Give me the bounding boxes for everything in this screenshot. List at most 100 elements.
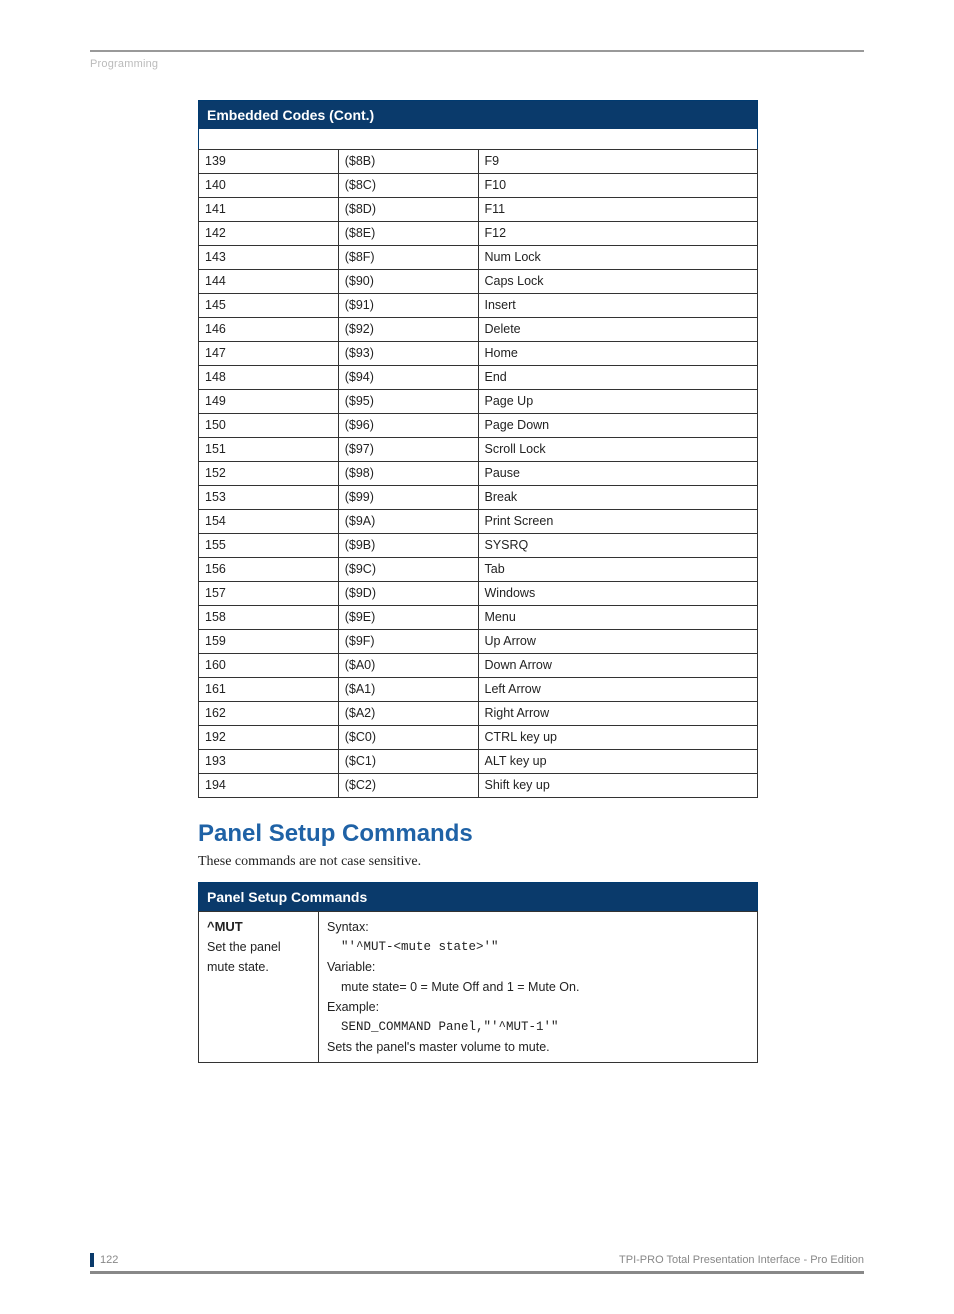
table-row: 154($9A)Print Screen — [199, 509, 758, 533]
cell-dec: 152 — [199, 461, 339, 485]
panel-setup-table: Panel Setup Commands ^MUT Set the panel … — [198, 882, 758, 1063]
cell-dec: 157 — [199, 581, 339, 605]
cell-name: Up Arrow — [478, 629, 758, 653]
table-row: 160($A0)Down Arrow — [199, 653, 758, 677]
table-row: 159($9F)Up Arrow — [199, 629, 758, 653]
cell-name: F12 — [478, 221, 758, 245]
command-name: ^MUT — [207, 917, 310, 938]
cell-dec: 139 — [199, 149, 339, 173]
cell-hex: ($9E) — [338, 605, 478, 629]
cell-name: Print Screen — [478, 509, 758, 533]
variable-label: Variable: — [327, 957, 749, 977]
table-row: 156($9C)Tab — [199, 557, 758, 581]
table-row: 149($95)Page Up — [199, 389, 758, 413]
cell-dec: 193 — [199, 749, 339, 773]
cell-name: CTRL key up — [478, 725, 758, 749]
cell-hex: ($8B) — [338, 149, 478, 173]
page-number: 122 — [100, 1254, 118, 1266]
footer-rule — [90, 1271, 864, 1274]
table-row: 157($9D)Windows — [199, 581, 758, 605]
cell-name: Windows — [478, 581, 758, 605]
table-title: Panel Setup Commands — [199, 882, 758, 911]
table-row: 142($8E)F12 — [199, 221, 758, 245]
footer-bar-icon — [90, 1253, 94, 1267]
cell-name: End — [478, 365, 758, 389]
cell-hex: ($8D) — [338, 197, 478, 221]
cell-hex: ($9D) — [338, 581, 478, 605]
table-row: 148($94)End — [199, 365, 758, 389]
page-footer: 122 TPI-PRO Total Presentation Interface… — [90, 1253, 864, 1267]
table-row: 150($96)Page Down — [199, 413, 758, 437]
table-row: 151($97)Scroll Lock — [199, 437, 758, 461]
cell-dec: 149 — [199, 389, 339, 413]
cell-hex: ($C0) — [338, 725, 478, 749]
cell-dec: 160 — [199, 653, 339, 677]
cell-name: Home — [478, 341, 758, 365]
cell-hex: ($91) — [338, 293, 478, 317]
cell-dec: 158 — [199, 605, 339, 629]
cell-dec: 156 — [199, 557, 339, 581]
table-row: 146($92)Delete — [199, 317, 758, 341]
command-detail-cell: Syntax: "'^MUT-<mute state>'" Variable: … — [319, 911, 758, 1062]
table-row: 139($8B)F9 — [199, 149, 758, 173]
cell-dec: 144 — [199, 269, 339, 293]
cell-dec: 150 — [199, 413, 339, 437]
table-title: Embedded Codes (Cont.) — [199, 101, 758, 130]
cell-hex: ($8F) — [338, 245, 478, 269]
cell-hex: ($A1) — [338, 677, 478, 701]
cell-name: ALT key up — [478, 749, 758, 773]
cell-name: Shift key up — [478, 773, 758, 797]
cell-name: Menu — [478, 605, 758, 629]
cell-dec: 162 — [199, 701, 339, 725]
table-row: 144($90)Caps Lock — [199, 269, 758, 293]
cell-name: Delete — [478, 317, 758, 341]
cell-hex: ($99) — [338, 485, 478, 509]
cell-dec: 142 — [199, 221, 339, 245]
cell-name: F10 — [478, 173, 758, 197]
cell-name: Page Down — [478, 413, 758, 437]
cell-dec: 147 — [199, 341, 339, 365]
cell-dec: 194 — [199, 773, 339, 797]
cell-name: Left Arrow — [478, 677, 758, 701]
cell-dec: 146 — [199, 317, 339, 341]
cell-dec: 155 — [199, 533, 339, 557]
cell-dec: 161 — [199, 677, 339, 701]
cell-hex: ($98) — [338, 461, 478, 485]
cell-hex: ($97) — [338, 437, 478, 461]
cell-name: SYSRQ — [478, 533, 758, 557]
cell-dec: 140 — [199, 173, 339, 197]
table-row: 158($9E)Menu — [199, 605, 758, 629]
cell-name: Scroll Lock — [478, 437, 758, 461]
example-code: SEND_COMMAND Panel,"'^MUT-1'" — [327, 1017, 749, 1037]
table-row: 161($A1)Left Arrow — [199, 677, 758, 701]
cell-hex: ($C1) — [338, 749, 478, 773]
cell-hex: ($8C) — [338, 173, 478, 197]
syntax-label: Syntax: — [327, 917, 749, 937]
cell-name: Right Arrow — [478, 701, 758, 725]
table-row: 155($9B)SYSRQ — [199, 533, 758, 557]
panel-setup-heading: Panel Setup Commands — [198, 820, 854, 848]
cell-dec: 153 — [199, 485, 339, 509]
cell-hex: ($9F) — [338, 629, 478, 653]
cell-hex: ($90) — [338, 269, 478, 293]
table-row: 193($C1)ALT key up — [199, 749, 758, 773]
cell-hex: ($9C) — [338, 557, 478, 581]
table-row: 145($91)Insert — [199, 293, 758, 317]
cell-hex: ($93) — [338, 341, 478, 365]
table-row: 153($99)Break — [199, 485, 758, 509]
cell-hex: ($9B) — [338, 533, 478, 557]
doc-title: TPI-PRO Total Presentation Interface - P… — [619, 1254, 864, 1266]
table-row: 147($93)Home — [199, 341, 758, 365]
cell-name: Insert — [478, 293, 758, 317]
table-row: 141($8D)F11 — [199, 197, 758, 221]
table-row: 140($8C)F10 — [199, 173, 758, 197]
cell-dec: 159 — [199, 629, 339, 653]
command-desc: Set the panel mute state. — [207, 937, 310, 977]
cell-dec: 143 — [199, 245, 339, 269]
cell-name: Caps Lock — [478, 269, 758, 293]
cell-hex: ($A2) — [338, 701, 478, 725]
table-row: 194($C2)Shift key up — [199, 773, 758, 797]
command-cell: ^MUT Set the panel mute state. — [199, 911, 319, 1062]
cell-hex: ($9A) — [338, 509, 478, 533]
cell-hex: ($95) — [338, 389, 478, 413]
